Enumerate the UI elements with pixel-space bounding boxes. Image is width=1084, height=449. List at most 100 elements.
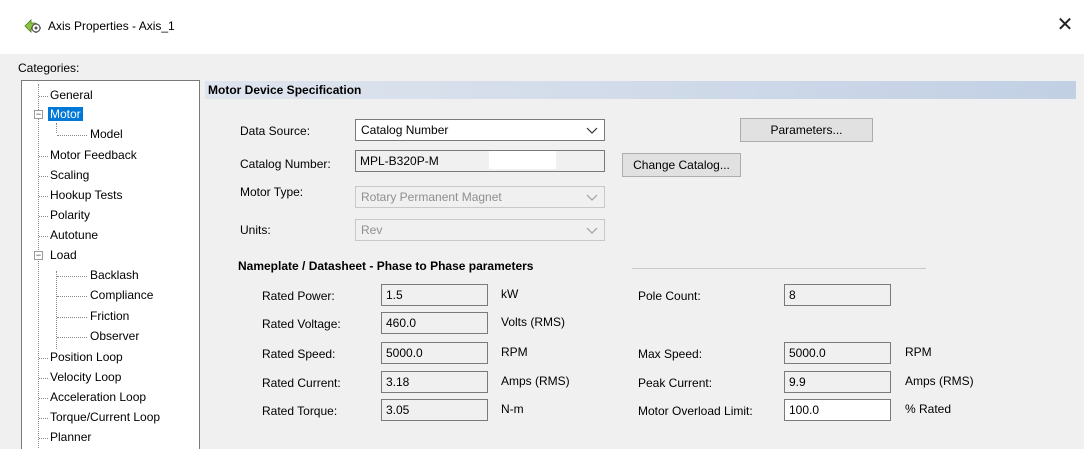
- peak-current-unit: Amps (RMS): [905, 374, 974, 388]
- tree-connector-line: [57, 276, 87, 277]
- tree-item-label: Observer: [90, 329, 140, 343]
- categories-label: Categories:: [18, 61, 80, 75]
- axis-properties-icon: [24, 17, 42, 35]
- rated-torque-value: 3.05: [386, 403, 410, 417]
- motor-type-value: Rotary Permanent Magnet: [361, 190, 502, 204]
- tree-item-autotune[interactable]: Autotune: [48, 227, 100, 245]
- rated-speed-label: Rated Speed:: [262, 347, 336, 361]
- tree-item-friction[interactable]: Friction: [88, 308, 131, 326]
- collapse-icon[interactable]: −: [34, 251, 43, 260]
- rated-power-field: 1.5: [381, 284, 488, 306]
- motor-type-label: Motor Type:: [240, 185, 304, 199]
- data-source-label: Data Source:: [240, 124, 311, 138]
- collapse-icon[interactable]: −: [34, 110, 43, 119]
- rated-torque-field: 3.05: [381, 399, 488, 421]
- tree-item-label: Position Loop: [50, 350, 123, 364]
- parameters-button[interactable]: Parameters...: [740, 118, 873, 142]
- max-speed-label: Max Speed:: [638, 347, 703, 361]
- tree-item-label: Torque/Current Loop: [50, 410, 161, 424]
- tree-item-backlash[interactable]: Backlash: [88, 267, 141, 285]
- tree-item-observer[interactable]: Observer: [88, 328, 141, 346]
- rated-power-value: 1.5: [386, 288, 403, 302]
- tree-item-polarity[interactable]: Polarity: [48, 207, 92, 225]
- tree-connector-line: [39, 378, 48, 379]
- tree-item-motor-feedback[interactable]: Motor Feedback: [48, 147, 139, 165]
- tree-item-label: Motor: [48, 107, 83, 121]
- tree-item-torque-current-loop[interactable]: Torque/Current Loop: [48, 409, 162, 427]
- tree-item-label: Polarity: [50, 208, 91, 222]
- tree-item-label: Friction: [90, 309, 130, 323]
- rated-voltage-value: 460.0: [386, 316, 417, 330]
- pole-count-label: Pole Count:: [638, 289, 701, 303]
- tree-item-label: Backlash: [90, 268, 139, 282]
- tree-connector-line: [38, 84, 39, 449]
- peak-current-value: 9.9: [789, 375, 806, 389]
- rated-voltage-label: Rated Voltage:: [262, 317, 341, 331]
- units-select: Rev: [355, 219, 605, 241]
- tree-item-acceleration-loop[interactable]: Acceleration Loop: [48, 389, 148, 407]
- tree-item-planner[interactable]: Planner: [48, 429, 93, 447]
- change-catalog-button[interactable]: Change Catalog...: [622, 153, 741, 177]
- tree-item-model[interactable]: Model: [88, 126, 125, 144]
- tree-connector-line: [56, 123, 57, 133]
- group-divider: [632, 268, 926, 269]
- tree-item-hookup-tests[interactable]: Hookup Tests: [48, 187, 125, 205]
- catalog-number-value: MPL-B320P-M: [360, 154, 439, 168]
- peak-current-label: Peak Current:: [638, 376, 713, 390]
- tree-item-velocity-loop[interactable]: Velocity Loop: [48, 369, 123, 387]
- motor-overload-limit-unit: % Rated: [905, 402, 952, 416]
- catalog-number-field-highlight: [489, 151, 556, 169]
- tree-connector-line: [39, 358, 48, 359]
- rated-current-label: Rated Current:: [262, 376, 341, 390]
- tree-connector-line: [39, 196, 48, 197]
- rated-voltage-field: 460.0: [381, 312, 488, 334]
- rated-power-label: Rated Power:: [262, 289, 335, 303]
- motor-type-select: Rotary Permanent Magnet: [355, 186, 605, 208]
- max-speed-unit: RPM: [905, 345, 932, 359]
- rated-speed-value: 5000.0: [386, 346, 423, 360]
- rated-speed-unit: RPM: [501, 345, 528, 359]
- chevron-down-icon: [586, 220, 598, 240]
- tree-item-general[interactable]: General: [48, 87, 95, 105]
- tree-connector-line: [57, 317, 87, 318]
- nameplate-group-title: Nameplate / Datasheet - Phase to Phase p…: [238, 259, 534, 273]
- tree-item-label: General: [50, 88, 93, 102]
- tree-connector-line: [57, 337, 87, 338]
- tree-connector-line: [39, 216, 48, 217]
- catalog-number-label: Catalog Number:: [240, 157, 331, 171]
- peak-current-field: 9.9: [784, 371, 891, 393]
- tree-item-compliance[interactable]: Compliance: [88, 287, 155, 305]
- tree-item-load[interactable]: Load: [48, 247, 79, 265]
- pole-count-value: 8: [789, 288, 796, 302]
- tree-item-label: Compliance: [90, 288, 154, 302]
- tree-item-scaling[interactable]: Scaling: [48, 167, 91, 185]
- motor-overload-limit-label: Motor Overload Limit:: [638, 404, 753, 418]
- window-title: Axis Properties - Axis_1: [48, 19, 175, 33]
- tree-item-label: Motor Feedback: [50, 148, 137, 162]
- rated-voltage-unit: Volts (RMS): [501, 315, 566, 329]
- data-source-select[interactable]: Catalog Number: [355, 119, 605, 141]
- rated-current-field: 3.18: [381, 371, 488, 393]
- tree-item-label: Velocity Loop: [50, 370, 122, 384]
- max-speed-value: 5000.0: [789, 346, 826, 360]
- rated-torque-label: Rated Torque:: [262, 404, 338, 418]
- max-speed-field: 5000.0: [784, 342, 891, 364]
- tree-connector-line: [39, 96, 48, 97]
- chevron-down-icon: [586, 187, 598, 207]
- motor-overload-limit-field[interactable]: 100.0: [784, 399, 891, 421]
- tree-item-motor[interactable]: Motor: [48, 106, 83, 124]
- chevron-down-icon: [586, 120, 598, 140]
- tree-connector-line: [39, 156, 48, 157]
- pole-count-field: 8: [784, 284, 891, 306]
- rated-current-value: 3.18: [386, 375, 410, 389]
- tree-item-label: Autotune: [50, 228, 99, 242]
- tree-item-position-loop[interactable]: Position Loop: [48, 349, 125, 367]
- units-label: Units:: [240, 223, 271, 237]
- rated-current-unit: Amps (RMS): [501, 374, 570, 388]
- tree-connector-line: [57, 296, 87, 297]
- tree-item-label: Scaling: [50, 168, 90, 182]
- categories-tree[interactable]: General − Motor Model Motor Feedback Scaling H…: [21, 80, 200, 449]
- tree-connector-line: [39, 236, 48, 237]
- tree-item-label: Hookup Tests: [50, 188, 123, 202]
- close-button[interactable]: ✕: [1052, 12, 1078, 38]
